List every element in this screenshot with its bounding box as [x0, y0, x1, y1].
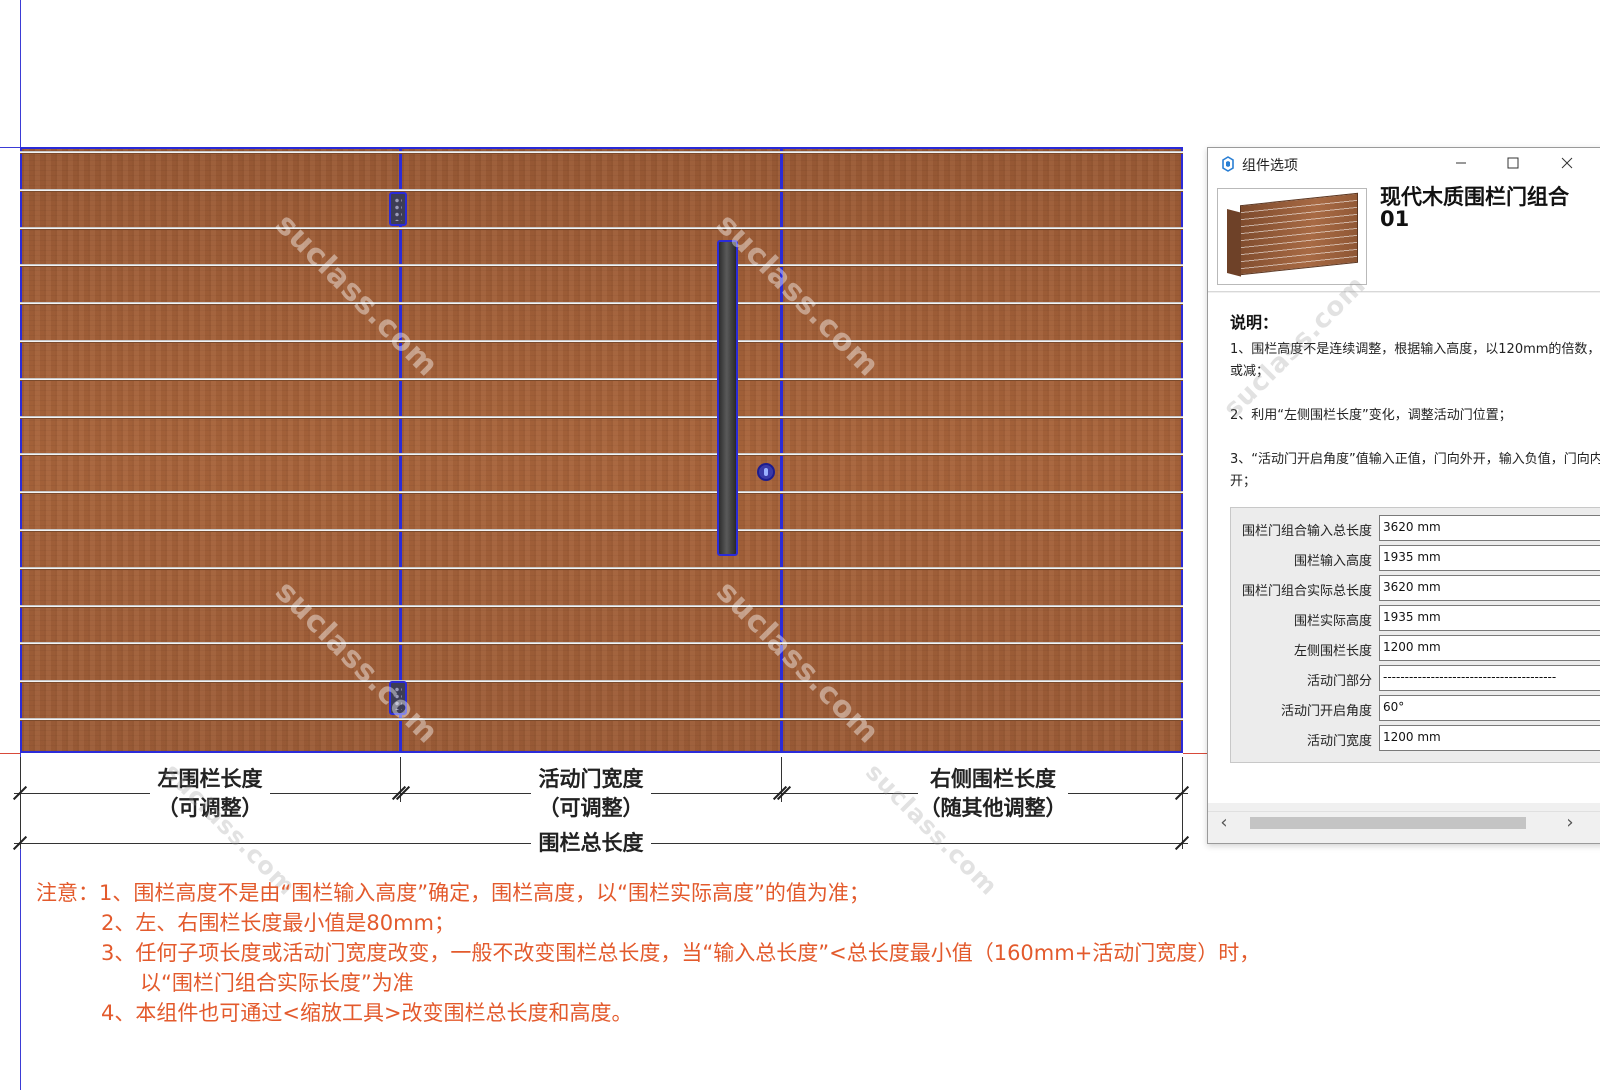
note-line-2: 2、左、右围栏长度最小值是80mm；: [101, 911, 455, 935]
actual-total-length-field[interactable]: 3620 mm: [1379, 575, 1600, 601]
param-label: 左侧围栏长度: [1293, 644, 1372, 659]
door-lock: [757, 463, 775, 481]
actual-height-field[interactable]: 1935 mm: [1379, 605, 1600, 631]
description-title: 说明：: [1230, 313, 1279, 332]
input-height-field[interactable]: 1935 mm: [1379, 545, 1600, 571]
param-label: 围栏实际高度: [1293, 614, 1372, 629]
slat-gap: [20, 415, 1183, 419]
param-row-actual-height: 围栏实际高度 1935 mm: [1231, 604, 1600, 632]
slat-gap: [20, 264, 1183, 268]
note-line-3: 3、任何子项长度或活动门宽度改变，一般不改变围栏总长度，当“输入总长度”<总长度…: [101, 941, 1261, 965]
dialog-header: 现代木质围栏门组合 01: [1208, 180, 1600, 292]
param-row-input-height: 围栏输入高度 1935 mm: [1231, 544, 1600, 572]
scroll-right-icon[interactable]: ›: [1560, 813, 1580, 833]
scroll-left-icon[interactable]: ‹: [1214, 813, 1234, 833]
param-row-input-total-length: 围栏门组合输入总长度 3620 mm: [1231, 514, 1600, 542]
minimize-icon[interactable]: [1448, 152, 1474, 176]
hinge-top: [389, 192, 407, 226]
slat-gap: [20, 377, 1183, 381]
notes-block: 注意：1、围栏高度不是由“围栏输入高度”确定，围栏高度，以“围栏实际高度”的值为…: [36, 878, 1260, 1028]
param-label: 活动门宽度: [1306, 734, 1372, 749]
param-row-actual-total-length: 围栏门组合实际总长度 3620 mm: [1231, 574, 1600, 602]
slat-gap: [20, 302, 1183, 306]
horizontal-scrollbar[interactable]: ‹ ›: [1208, 811, 1600, 833]
component-options-dialog: 组件选项 现代木质围栏门组合 01 说明： 1、围栏高度不是连续调整，根据输入高…: [1207, 147, 1600, 844]
component-thumbnail: [1217, 188, 1367, 285]
description-item-3: 3、“活动门开启角度”值输入正值，门向外开，输入负值，门向内开；: [1230, 452, 1600, 489]
slat-gap: [20, 188, 1183, 192]
axis-guide-red: [0, 753, 20, 754]
slat-gap: [20, 226, 1183, 230]
slat-gap: [20, 642, 1183, 646]
component-name: 现代木质围栏门组合 01: [1380, 185, 1569, 231]
slat-gap: [20, 340, 1183, 343]
axis-guide-horizontal: [0, 147, 20, 148]
param-label: 活动门开启角度: [1280, 704, 1372, 719]
param-label: 围栏门组合输入总长度: [1241, 524, 1372, 539]
gate-open-angle-field[interactable]: 60°: [1379, 695, 1600, 721]
right-fence-length-label: 右侧围栏长度: [918, 765, 1068, 794]
param-label: 活动门部分: [1306, 674, 1372, 689]
parameters-panel: 围栏门组合输入总长度 3620 mm 围栏输入高度 1935 mm 围栏门组合实…: [1230, 507, 1600, 763]
dialog-body: 说明： 1、围栏高度不是连续调整，根据输入高度，以120mm的倍数，增或减； 2…: [1208, 270, 1600, 803]
description-item-2: 2、利用“左侧围栏长度”变化，调整活动门位置；: [1230, 408, 1512, 423]
right-fence-panel[interactable]: [781, 147, 1183, 753]
slat-gap: [20, 453, 1183, 457]
param-row-gate-section: 活动门部分 ----------------------------------…: [1231, 664, 1600, 692]
param-label: 围栏输入高度: [1293, 554, 1372, 569]
input-total-length-field[interactable]: 3620 mm: [1379, 515, 1600, 541]
dialog-titlebar[interactable]: 组件选项: [1208, 148, 1600, 180]
fence-model[interactable]: suclass.com suclass.com suclass.com sucl…: [20, 147, 1183, 753]
slat-gap: [20, 491, 1183, 495]
param-row-gate-open-angle: 活动门开启角度 60°: [1231, 694, 1600, 722]
total-length-label: 围栏总长度: [531, 829, 651, 858]
note-line-1: 注意：1、围栏高度不是由“围栏输入高度”确定，围栏高度，以“围栏实际高度”的值为…: [36, 881, 870, 905]
slat-gap: [20, 566, 1183, 570]
scrollbar-thumb[interactable]: [1250, 817, 1526, 829]
left-fence-length-field[interactable]: 1200 mm: [1379, 635, 1600, 661]
gate-width-field[interactable]: 1200 mm: [1379, 725, 1600, 751]
door-handle: [717, 240, 738, 556]
slat-gap: [20, 604, 1183, 608]
axis-guide-red-right: [1183, 753, 1207, 754]
param-label: 围栏门组合实际总长度: [1241, 584, 1372, 599]
sketchup-icon: [1222, 156, 1234, 172]
param-row-left-fence-length: 左侧围栏长度 1200 mm: [1231, 634, 1600, 662]
slat-gap: [20, 718, 1183, 721]
gate-section-field[interactable]: ----------------------------------------: [1379, 665, 1600, 691]
slat-gap: [20, 529, 1183, 532]
maximize-icon[interactable]: [1500, 152, 1526, 176]
door-width-adjustable-note: （可调整）: [531, 794, 651, 823]
close-icon[interactable]: [1554, 152, 1580, 176]
slat-gap: [20, 680, 1183, 684]
slat-gap: [20, 151, 1183, 154]
dialog-title: 组件选项: [1242, 158, 1298, 174]
param-row-gate-width: 活动门宽度 1200 mm: [1231, 724, 1600, 752]
note-line-3-continued: 以“围栏门组合实际长度”为准: [140, 971, 414, 995]
door-width-label: 活动门宽度: [531, 765, 651, 794]
note-line-4: 4、本组件也可通过<缩放工具>改变围栏总长度和高度。: [101, 1001, 633, 1025]
